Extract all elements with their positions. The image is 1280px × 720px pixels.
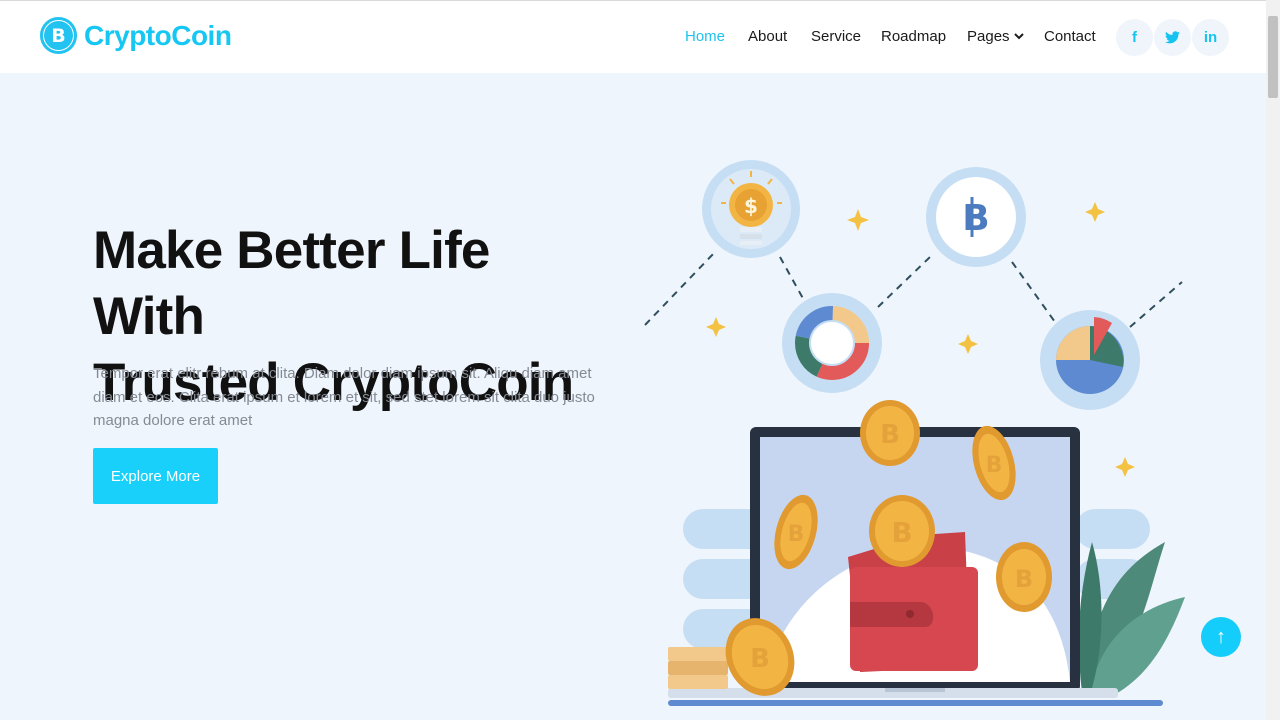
svg-text:B: B xyxy=(962,198,989,239)
scrollbar-thumb[interactable] xyxy=(1268,16,1278,98)
twitter-icon[interactable] xyxy=(1154,19,1191,56)
explore-more-button[interactable]: Explore More xyxy=(93,448,218,504)
page-scrollbar[interactable] xyxy=(1266,0,1280,720)
svg-text:B: B xyxy=(1015,565,1033,593)
brand-logo[interactable]: B CryptoCoin xyxy=(40,17,231,54)
twitter-bird-shape xyxy=(1165,31,1180,44)
svg-text:B: B xyxy=(986,453,1003,478)
facebook-icon[interactable]: f xyxy=(1116,19,1153,56)
svg-text:B: B xyxy=(880,420,900,450)
nav-pages-label: Pages xyxy=(967,28,1010,45)
linkedin-icon[interactable]: in xyxy=(1192,19,1229,56)
nav-pages-dropdown[interactable]: Pages xyxy=(967,28,1024,45)
navbar: B CryptoCoin Home About Service Roadmap … xyxy=(0,0,1266,74)
lightbulb-dollar-icon: $ xyxy=(702,160,800,258)
facebook-glyph: f xyxy=(1132,29,1137,46)
crypto-illustration: $ B xyxy=(620,147,1200,712)
linkedin-glyph: in xyxy=(1204,29,1217,46)
arrow-up-icon: ↑ xyxy=(1216,626,1226,649)
bitcoin-badge-icon: B xyxy=(926,167,1026,267)
coin-stack xyxy=(668,647,728,689)
chevron-down-icon xyxy=(1014,33,1024,40)
nav-roadmap[interactable]: Roadmap xyxy=(881,28,946,45)
brand-name: CryptoCoin xyxy=(84,20,231,52)
svg-text:B: B xyxy=(750,644,770,674)
nav-home[interactable]: Home xyxy=(685,28,725,45)
pie-chart-icon xyxy=(1040,310,1140,410)
svg-text:B: B xyxy=(788,522,805,547)
hero-description: Tempor erat elitr rebum at clita. Diam d… xyxy=(93,362,608,433)
bitcoin-icon: B xyxy=(40,17,77,54)
nav-service[interactable]: Service xyxy=(811,28,861,45)
donut-chart-icon xyxy=(782,293,882,393)
nav-about[interactable]: About xyxy=(748,28,787,45)
svg-text:$: $ xyxy=(744,194,758,218)
hero-title-line-1: Make Better Life With xyxy=(93,221,490,346)
nav-contact[interactable]: Contact xyxy=(1044,28,1096,45)
svg-text:B: B xyxy=(891,516,912,549)
back-to-top-button[interactable]: ↑ xyxy=(1201,617,1241,657)
